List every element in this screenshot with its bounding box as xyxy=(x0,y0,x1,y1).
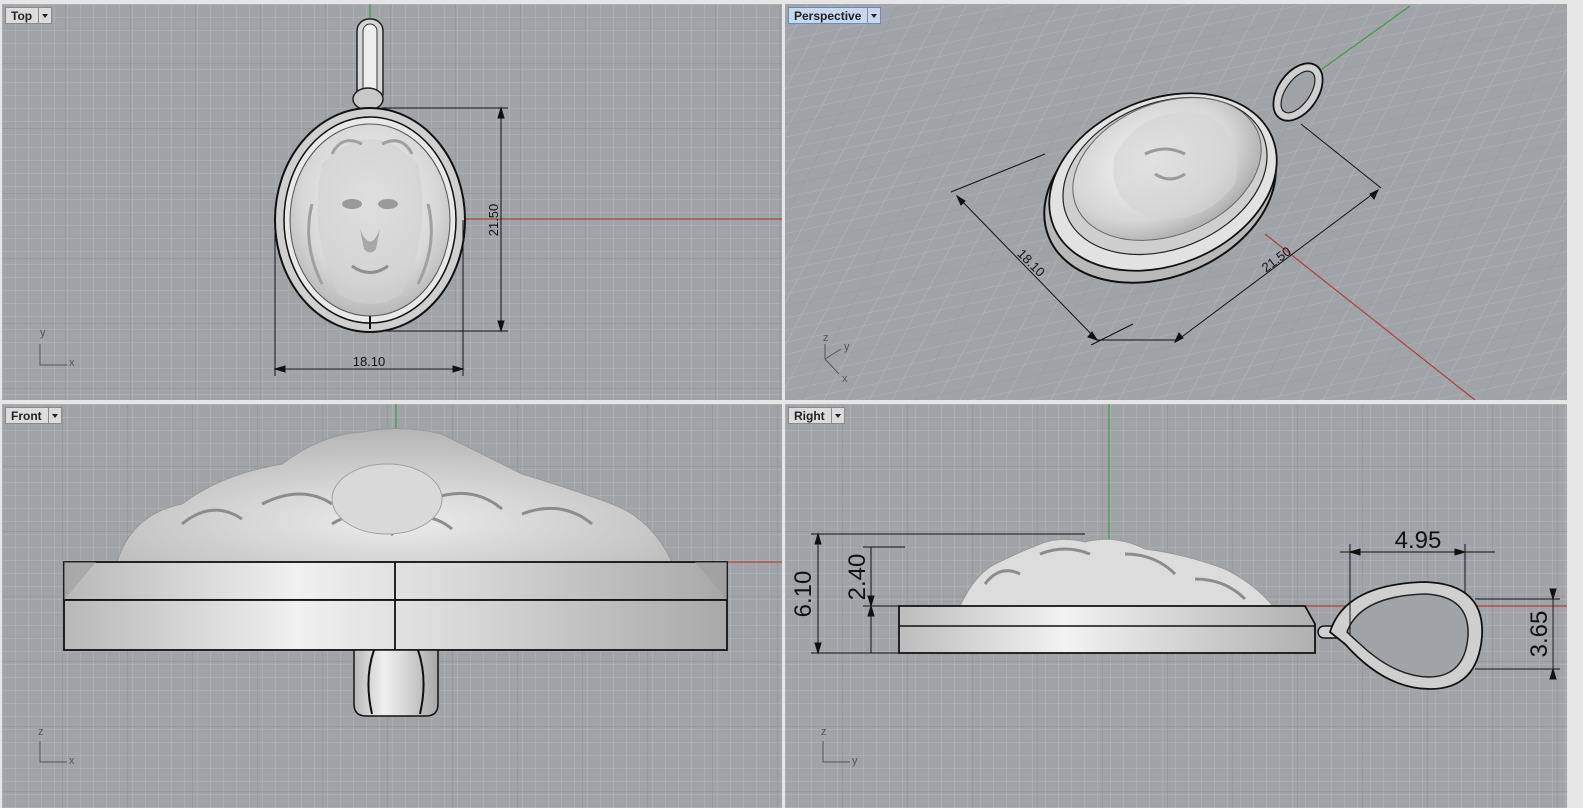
svg-text:z: z xyxy=(38,726,44,738)
tab-right[interactable]: Right xyxy=(788,407,845,424)
viewport-top[interactable]: 18.10 21.50 y x Top xyxy=(2,4,782,400)
right-relief-label: 2.40 xyxy=(844,554,871,601)
viewport-title: Front xyxy=(11,408,42,423)
svg-text:z: z xyxy=(823,332,829,344)
svg-text:x: x xyxy=(69,357,75,369)
chevron-down-icon[interactable] xyxy=(867,8,880,23)
pendant-body xyxy=(274,107,466,333)
front-view-canvas: z x xyxy=(2,404,782,808)
right-bail-height-label: 3.65 xyxy=(1526,611,1553,658)
svg-text:y: y xyxy=(40,327,46,339)
chevron-down-icon[interactable] xyxy=(47,408,61,423)
svg-text:z: z xyxy=(821,726,827,738)
right-view-canvas: 6.10 2.40 4.95 3.65 z y xyxy=(785,404,1567,808)
svg-text:x: x xyxy=(69,755,75,767)
viewport-perspective[interactable]: 18.10 21.50 z y x Perspective xyxy=(785,4,1567,400)
chevron-down-icon[interactable] xyxy=(830,408,844,423)
pendant-base-side xyxy=(898,605,1316,654)
svg-text:x: x xyxy=(842,373,848,385)
viewport-title: Top xyxy=(11,8,33,23)
tab-perspective[interactable]: Perspective xyxy=(788,7,882,24)
viewport-title: Right xyxy=(794,408,825,423)
right-bail-width-label: 4.95 xyxy=(1395,527,1442,554)
top-width-label: 18.10 xyxy=(353,354,386,369)
top-view-canvas: 18.10 21.50 y x xyxy=(2,4,782,400)
svg-text:y: y xyxy=(844,341,850,353)
viewport-right[interactable]: 6.10 2.40 4.95 3.65 z y Right xyxy=(785,404,1567,808)
chevron-down-icon[interactable] xyxy=(38,8,51,23)
tab-top[interactable]: Top xyxy=(5,7,53,24)
pendant-base-side xyxy=(63,561,728,651)
perspective-view-canvas: 18.10 21.50 z y x xyxy=(785,4,1567,400)
svg-text:y: y xyxy=(852,755,858,767)
pendant-bail xyxy=(353,649,439,717)
pendant-bail xyxy=(352,18,384,111)
tab-front[interactable]: Front xyxy=(5,407,62,424)
viewport-front[interactable]: z x Front xyxy=(2,404,782,808)
top-height-label: 21.50 xyxy=(486,204,501,237)
right-total-height-label: 6.10 xyxy=(790,571,817,618)
viewport-title: Perspective xyxy=(794,8,862,23)
